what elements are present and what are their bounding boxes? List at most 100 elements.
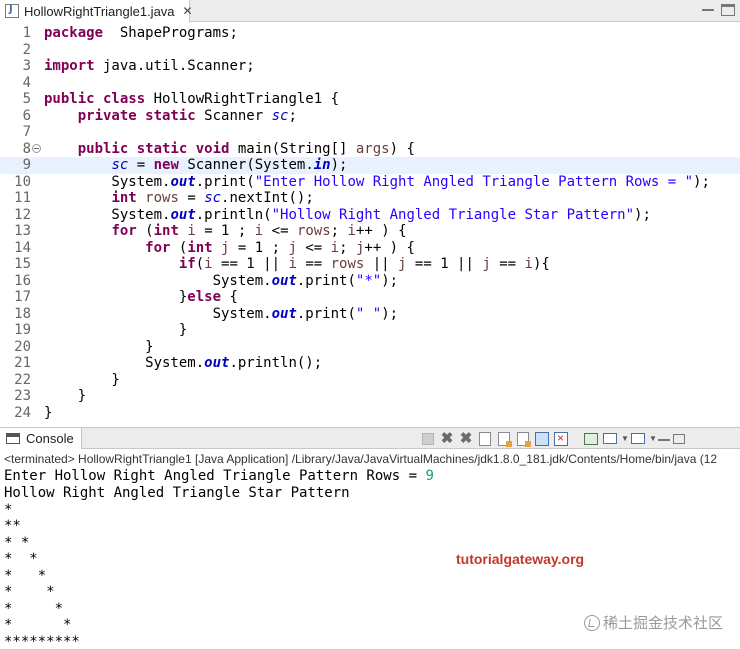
chevron-down-icon[interactable]: ▼	[621, 431, 629, 447]
code-token: }	[44, 388, 87, 404]
code-token: public class	[44, 91, 146, 107]
code-token: j	[288, 239, 297, 256]
code-editor[interactable]: 1 package ShapePrograms; 2 3 import java.uti…	[0, 23, 740, 420]
remove-all-terminated-icon[interactable]: ✖	[458, 431, 474, 447]
code-line[interactable]: 21 System.out.println();	[0, 355, 740, 372]
code-token: package	[44, 25, 104, 41]
juejin-watermark: 稀土掘金技术社区	[584, 612, 723, 633]
display-console-icon[interactable]	[603, 433, 617, 444]
maximize-icon[interactable]	[673, 434, 685, 444]
remove-launch-icon[interactable]: ✖	[439, 431, 455, 447]
line-number: 9	[22, 157, 31, 173]
code-line[interactable]: 15 if(i == 1 || i == rows || j == 1 || j…	[0, 256, 740, 273]
code-token: import	[44, 58, 95, 74]
chevron-down-icon[interactable]: ▼	[649, 431, 657, 447]
close-icon[interactable]: ✕	[183, 4, 193, 18]
code-token: }	[44, 371, 120, 388]
minimize-icon[interactable]	[701, 4, 715, 16]
code-token: (	[195, 256, 205, 272]
code-token: HollowRightTriangle1 {	[145, 91, 340, 107]
code-token: .print(	[195, 173, 255, 190]
code-token: private static	[77, 107, 196, 124]
clear-console-icon[interactable]	[479, 432, 491, 446]
code-line[interactable]: 13 for (int i = 1 ; i <= rows; i++ ) {	[0, 223, 740, 240]
code-text: System.out.print("*");	[44, 273, 398, 290]
code-token: "Enter Hollow Right Angled Triangle Patt…	[254, 173, 694, 190]
code-token: ++ ) {	[364, 239, 415, 256]
code-token: <=	[263, 223, 297, 239]
open-console-icon[interactable]	[631, 433, 645, 444]
console-output-line: **	[4, 518, 21, 534]
code-text: }	[44, 388, 86, 405]
code-token: rows	[296, 223, 331, 239]
code-token: (	[136, 223, 154, 239]
code-line[interactable]: 17 }else {	[0, 289, 740, 306]
code-token: =	[128, 157, 154, 173]
code-text: for (int j = 1 ; j <= i; j++ ) {	[44, 240, 415, 257]
console-prompt-line: Enter Hollow Right Angled Triangle Patte…	[4, 468, 434, 485]
code-line[interactable]: 23 }	[0, 388, 740, 405]
code-token: =	[178, 190, 205, 206]
code-token: rows	[145, 190, 179, 206]
show-on-error-icon[interactable]	[554, 430, 568, 446]
code-token: out	[204, 355, 230, 371]
site-watermark: tutorialgateway.org	[456, 551, 585, 567]
code-line[interactable]: 16 System.out.print("*");	[0, 273, 740, 290]
code-line[interactable]: 1 package ShapePrograms;	[0, 25, 740, 42]
terminate-icon[interactable]	[422, 433, 434, 445]
pin-console-icon[interactable]	[584, 433, 598, 445]
code-token: "*"	[355, 272, 382, 289]
code-token: );	[693, 173, 710, 190]
editor-tab-bar: HollowRightTriangle1.java ✕	[0, 0, 740, 22]
code-line[interactable]: 22 }	[0, 372, 740, 389]
word-wrap-icon[interactable]	[517, 432, 531, 447]
code-text: }	[44, 371, 120, 389]
code-text: private static Scanner sc;	[44, 108, 297, 125]
code-line[interactable]: 19 }	[0, 322, 740, 339]
code-line[interactable]: 14 for (int j = 1 ; j <= i; j++ ) {	[0, 240, 740, 257]
code-token: (	[170, 239, 188, 256]
code-text: sc = new Scanner(System.in);	[44, 157, 347, 174]
scroll-lock-icon[interactable]	[498, 432, 512, 447]
code-token: else	[187, 289, 222, 305]
code-line[interactable]: 8 public static void main(String[] args)…	[0, 141, 740, 158]
code-line[interactable]: 10 System.out.print("Enter Hollow Right …	[0, 174, 740, 191]
code-line[interactable]: 20 }	[0, 339, 740, 356]
code-line[interactable]: 2	[0, 42, 740, 59]
code-token: ==	[296, 256, 331, 272]
line-number: 1	[22, 25, 31, 41]
line-number: 20	[14, 338, 31, 355]
show-on-output-icon[interactable]	[535, 432, 549, 446]
code-token: for	[111, 223, 137, 239]
code-line[interactable]: 11 int rows = sc.nextInt();	[0, 190, 740, 207]
code-token: ){	[532, 256, 550, 272]
code-line[interactable]: 4	[0, 75, 740, 92]
code-token: System.	[44, 272, 272, 289]
code-token: ;	[330, 223, 348, 239]
editor-tab[interactable]: HollowRightTriangle1.java ✕	[0, 0, 193, 22]
code-token: public static void	[77, 140, 230, 157]
code-line[interactable]: 7	[0, 124, 740, 141]
code-line[interactable]: 5 public class HollowRightTriangle1 {	[0, 91, 740, 108]
code-text: }	[44, 339, 153, 356]
code-text: int rows = sc.nextInt();	[44, 190, 313, 207]
code-line[interactable]: 24}	[0, 405, 740, 421]
code-text: if(i == 1 || i == rows || j == 1 || j ==…	[44, 256, 550, 273]
code-line[interactable]: 12 System.out.println("Hollow Right Angl…	[0, 207, 740, 224]
minimize-icon[interactable]	[658, 431, 670, 447]
code-token: ||	[364, 256, 399, 272]
maximize-icon[interactable]	[721, 4, 735, 16]
code-token: System.	[44, 206, 171, 223]
code-text: }else {	[44, 289, 238, 306]
code-token: sc	[271, 107, 289, 124]
code-line[interactable]: 18 System.out.print(" ");	[0, 306, 740, 323]
code-line[interactable]: 9 sc = new Scanner(System.in);	[0, 157, 740, 174]
code-token: .println();	[229, 355, 323, 371]
code-line[interactable]: 6 private static Scanner sc;	[0, 108, 740, 125]
code-token: out	[271, 305, 297, 322]
console-tab[interactable]: Console	[0, 428, 82, 449]
code-line[interactable]: 3 import java.util.Scanner;	[0, 58, 740, 75]
fold-collapse-icon[interactable]	[32, 143, 41, 153]
